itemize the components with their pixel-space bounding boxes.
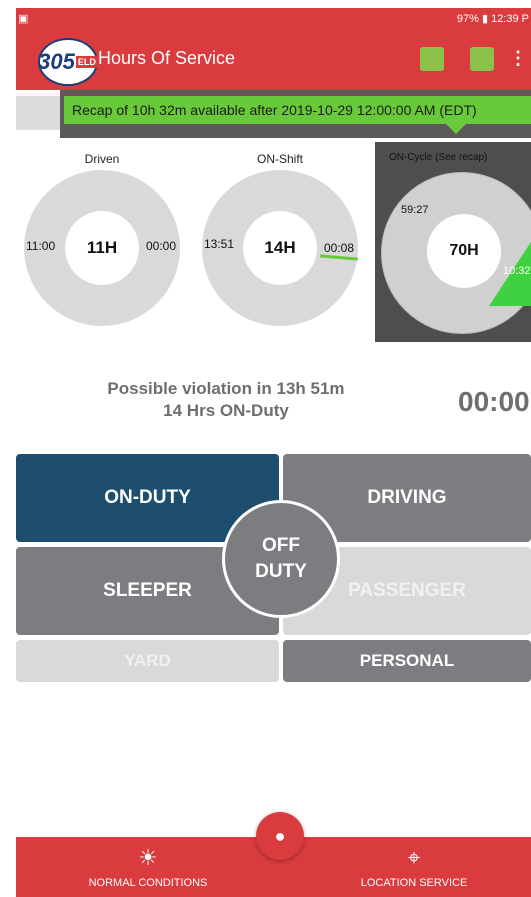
personal-button[interactable]: PERSONAL xyxy=(283,640,531,682)
violation-warning: Possible violation in 13h 51m 14 Hrs ON-… xyxy=(76,378,376,422)
yard-button[interactable]: YARD xyxy=(16,640,279,682)
driven-used: 11:00 xyxy=(26,239,56,253)
tooltip-arrow xyxy=(446,124,466,134)
app-frame: ▣ 97% ▮ 12:39 P 305 ELD Hours Of Service… xyxy=(16,8,531,897)
violation-line-1: Possible violation in 13h 51m xyxy=(107,379,345,398)
status-bar: ▣ 97% ▮ 12:39 P xyxy=(16,8,531,30)
driven-gauge[interactable]: Driven 11H 11:00 00:00 xyxy=(20,152,184,332)
on-cycle-gauge[interactable]: ON-Cycle (See recap) 70H 59:27 10:32 xyxy=(375,152,531,342)
recap-tooltip: Recap of 10h 32m available after 2019-10… xyxy=(60,90,531,138)
status-text: 97% ▮ 12:39 P xyxy=(456,13,529,25)
off-duty-line-1: OFF xyxy=(261,535,300,556)
logo-tag: ELD xyxy=(75,56,98,68)
device-connection-icon[interactable] xyxy=(420,47,444,71)
page-title: Hours Of Service xyxy=(98,48,236,68)
location-service-tab[interactable]: ⌖ LOCATION SERVICE xyxy=(344,845,484,889)
app-logo: 305 ELD xyxy=(38,38,98,86)
normal-conditions-tab[interactable]: ☀ NORMAL CONDITIONS xyxy=(78,845,218,889)
off-duty-line-2: DUTY xyxy=(255,561,307,582)
location-service-label: LOCATION SERVICE xyxy=(360,877,468,889)
recap-tooltip-text: Recap of 10h 32m available after 2019-10… xyxy=(64,96,531,124)
obscured-tab xyxy=(16,96,60,130)
duty-timer: 00:00 xyxy=(458,386,530,417)
on-cycle-used: 59:27 xyxy=(401,204,429,216)
driven-label: Driven xyxy=(84,152,120,166)
driven-center-value: 11H xyxy=(65,211,139,285)
truck-icon[interactable] xyxy=(470,47,494,71)
overflow-menu-icon[interactable]: ⋮ xyxy=(509,48,527,69)
off-duty-button[interactable]: OFF DUTY xyxy=(222,500,340,618)
driven-remaining: 00:00 xyxy=(146,239,177,253)
logo-number: 305 xyxy=(38,49,75,74)
on-shift-gauge[interactable]: ON-Shift 14H 13:51 00:08 xyxy=(196,152,364,332)
on-cycle-label: ON-Cycle (See recap) xyxy=(389,152,488,163)
user-icon: ● xyxy=(274,825,286,846)
on-shift-center-value: 14H xyxy=(243,211,317,285)
normal-conditions-label: NORMAL CONDITIONS xyxy=(88,877,208,889)
on-cycle-remaining: 10:32 xyxy=(503,265,531,277)
on-shift-label: ON-Shift xyxy=(256,152,303,166)
on-shift-remaining: 00:08 xyxy=(324,241,355,255)
on-shift-used: 13:51 xyxy=(204,237,235,251)
app-bar: 305 ELD Hours Of Service ⋮ xyxy=(16,30,531,90)
violation-line-2: 14 Hrs ON-Duty xyxy=(163,401,289,420)
user-fab[interactable]: ● xyxy=(256,812,304,860)
sun-icon: ☀ xyxy=(138,845,158,870)
notification-icon: ▣ xyxy=(18,13,29,25)
location-off-icon: ⌖ xyxy=(407,845,421,870)
